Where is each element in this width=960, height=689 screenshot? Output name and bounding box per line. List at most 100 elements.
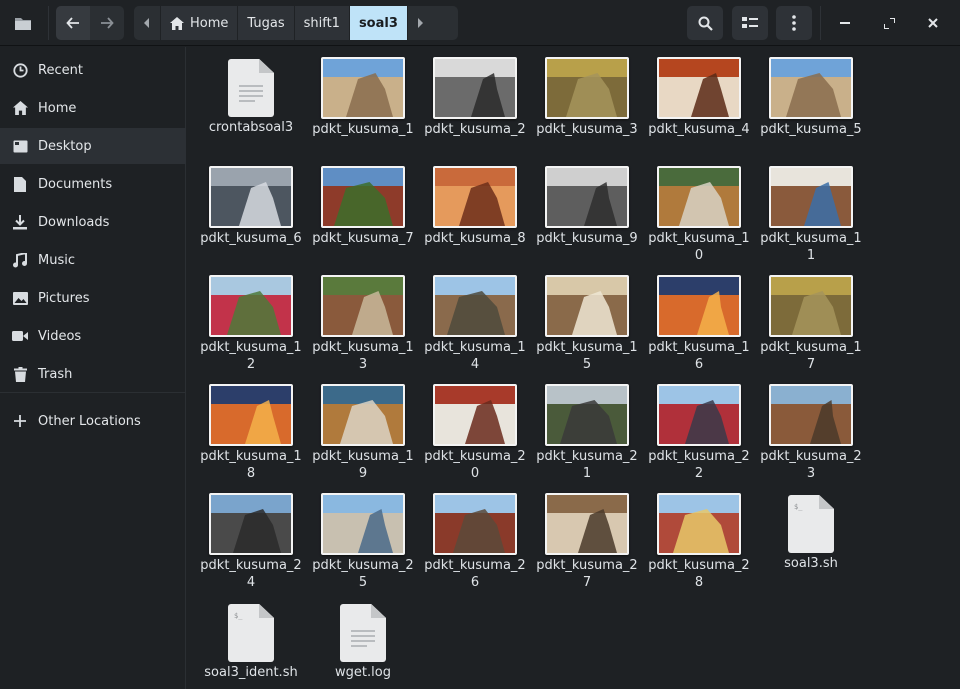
- close-button[interactable]: [918, 6, 948, 40]
- document-icon: [12, 176, 28, 192]
- path-bar: Home Tugas shift1 soal3: [134, 6, 458, 40]
- header-bar: Home Tugas shift1 soal3: [0, 0, 960, 46]
- file-item[interactable]: $_ soal3_ident.sh: [195, 602, 307, 689]
- file-name: pdkt_kusuma_15: [536, 340, 638, 372]
- image-thumbnail: [769, 275, 853, 337]
- search-icon: [698, 16, 713, 31]
- path-scroll-left-button[interactable]: [134, 6, 160, 40]
- file-name: pdkt_kusuma_16: [648, 340, 750, 372]
- main-menu-button[interactable]: [776, 6, 812, 40]
- sidebar-item-documents[interactable]: Documents: [0, 166, 186, 202]
- file-name: pdkt_kusuma_8: [424, 231, 526, 246]
- file-item[interactable]: pdkt_kusuma_1: [307, 57, 419, 166]
- search-button[interactable]: [687, 6, 723, 40]
- arrow-left-icon: [66, 17, 79, 29]
- file-item[interactable]: pdkt_kusuma_28: [643, 493, 755, 602]
- file-name: crontabsoal3: [208, 120, 294, 135]
- file-item[interactable]: pdkt_kusuma_24: [195, 493, 307, 602]
- sidebar-item-trash[interactable]: Trash: [0, 356, 186, 392]
- file-item[interactable]: pdkt_kusuma_16: [643, 275, 755, 384]
- sidebar-item-label: Desktop: [38, 138, 92, 154]
- sidebar-item-desktop[interactable]: Desktop: [0, 128, 186, 164]
- file-item[interactable]: pdkt_kusuma_14: [419, 275, 531, 384]
- image-thumbnail: [321, 166, 405, 228]
- file-item[interactable]: pdkt_kusuma_9: [531, 166, 643, 275]
- file-item[interactable]: pdkt_kusuma_7: [307, 166, 419, 275]
- file-item[interactable]: pdkt_kusuma_10: [643, 166, 755, 275]
- file-name: pdkt_kusuma_4: [648, 122, 750, 137]
- plus-icon: [12, 413, 28, 429]
- file-item[interactable]: pdkt_kusuma_23: [755, 384, 867, 493]
- close-icon: [928, 18, 938, 28]
- image-thumbnail: [209, 493, 293, 555]
- file-name: pdkt_kusuma_6: [200, 231, 302, 246]
- sidebar-item-other-locations[interactable]: Other Locations: [0, 403, 186, 439]
- maximize-button[interactable]: [874, 6, 904, 40]
- file-item[interactable]: wget.log: [307, 602, 419, 689]
- sidebar-item-label: Recent: [38, 62, 83, 78]
- file-item[interactable]: pdkt_kusuma_4: [643, 57, 755, 166]
- file-manager-icon: [8, 6, 38, 40]
- file-item[interactable]: pdkt_kusuma_11: [755, 166, 867, 275]
- image-thumbnail: [769, 57, 853, 119]
- file-name: pdkt_kusuma_14: [424, 340, 526, 372]
- download-icon: [12, 214, 28, 230]
- breadcrumb-label: Home: [190, 15, 229, 31]
- image-thumbnail: [545, 57, 629, 119]
- file-name: pdkt_kusuma_1: [312, 122, 414, 137]
- breadcrumb-home[interactable]: Home: [160, 6, 238, 40]
- chevron-right-icon: [418, 18, 424, 28]
- forward-button[interactable]: [90, 6, 124, 40]
- sidebar-item-videos[interactable]: Videos: [0, 318, 186, 354]
- image-thumbnail: [657, 166, 741, 228]
- file-item[interactable]: pdkt_kusuma_25: [307, 493, 419, 602]
- breadcrumb-tugas[interactable]: Tugas: [237, 6, 294, 40]
- file-item[interactable]: $_ soal3.sh: [755, 493, 867, 602]
- file-item[interactable]: pdkt_kusuma_17: [755, 275, 867, 384]
- image-thumbnail: [321, 57, 405, 119]
- sidebar-item-pictures[interactable]: Pictures: [0, 280, 186, 316]
- file-item[interactable]: pdkt_kusuma_26: [419, 493, 531, 602]
- file-item[interactable]: pdkt_kusuma_18: [195, 384, 307, 493]
- file-name: pdkt_kusuma_17: [760, 340, 862, 372]
- file-name: soal3_ident.sh: [204, 665, 298, 680]
- breadcrumb-soal3[interactable]: soal3: [348, 6, 407, 40]
- breadcrumb-shift1[interactable]: shift1: [293, 6, 349, 40]
- file-item[interactable]: crontabsoal3: [195, 57, 307, 166]
- view-toggle-button[interactable]: [732, 6, 768, 40]
- file-item[interactable]: pdkt_kusuma_8: [419, 166, 531, 275]
- sidebar-item-home[interactable]: Home: [0, 90, 186, 126]
- file-name: pdkt_kusuma_5: [760, 122, 862, 137]
- file-name: pdkt_kusuma_12: [200, 340, 302, 372]
- sidebar-item-label: Music: [38, 252, 75, 268]
- file-item[interactable]: pdkt_kusuma_13: [307, 275, 419, 384]
- sidebar-item-label: Pictures: [38, 290, 90, 306]
- back-button[interactable]: [56, 6, 90, 40]
- minimize-button[interactable]: [830, 6, 860, 40]
- file-item[interactable]: pdkt_kusuma_2: [419, 57, 531, 166]
- sidebar-item-label: Home: [38, 100, 77, 116]
- file-item[interactable]: pdkt_kusuma_19: [307, 384, 419, 493]
- file-item[interactable]: pdkt_kusuma_5: [755, 57, 867, 166]
- file-name: pdkt_kusuma_3: [536, 122, 638, 137]
- file-item[interactable]: pdkt_kusuma_21: [531, 384, 643, 493]
- file-item[interactable]: pdkt_kusuma_3: [531, 57, 643, 166]
- file-item[interactable]: pdkt_kusuma_15: [531, 275, 643, 384]
- file-name: pdkt_kusuma_23: [760, 449, 862, 481]
- image-thumbnail: [433, 166, 517, 228]
- file-item[interactable]: pdkt_kusuma_27: [531, 493, 643, 602]
- image-thumbnail: [545, 493, 629, 555]
- sidebar-separator: [0, 392, 186, 393]
- path-scroll-right-button[interactable]: [406, 6, 433, 40]
- maximize-icon: [883, 17, 895, 29]
- sidebar-item-recent[interactable]: Recent: [0, 52, 186, 88]
- file-name: pdkt_kusuma_11: [760, 231, 862, 263]
- file-item[interactable]: pdkt_kusuma_20: [419, 384, 531, 493]
- file-item[interactable]: pdkt_kusuma_6: [195, 166, 307, 275]
- sidebar-item-downloads[interactable]: Downloads: [0, 204, 186, 240]
- sidebar-item-music[interactable]: Music: [0, 242, 186, 278]
- file-name: pdkt_kusuma_19: [312, 449, 414, 481]
- file-item[interactable]: pdkt_kusuma_12: [195, 275, 307, 384]
- image-thumbnail: [545, 275, 629, 337]
- file-item[interactable]: pdkt_kusuma_22: [643, 384, 755, 493]
